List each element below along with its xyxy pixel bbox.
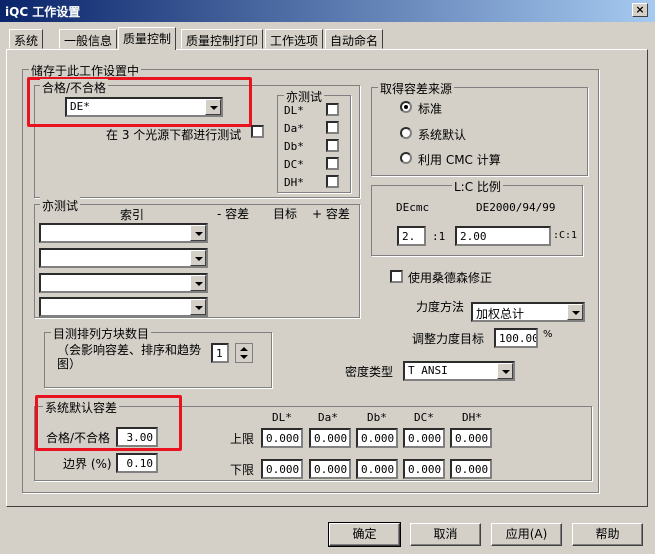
sub-test-dl-label: DL* xyxy=(284,104,304,117)
strength-target-label: 调整力度目标 xyxy=(412,332,485,346)
sanderson-label: 使用桑德森修正 xyxy=(408,271,493,285)
sub-test-dc-checkbox[interactable] xyxy=(326,157,339,170)
upper-dh-input[interactable]: 0.000 xyxy=(450,428,492,448)
also-test-combo-3[interactable] xyxy=(39,273,208,293)
chevron-down-icon[interactable] xyxy=(190,250,206,266)
three-light-label: 在 3 个光源下都进行测试 xyxy=(106,128,242,142)
pass-fail-combo[interactable]: DE* xyxy=(65,97,223,117)
chevron-down-icon[interactable] xyxy=(567,304,583,320)
lower-db-input[interactable]: 0.000 xyxy=(356,459,398,479)
strength-target-unit: % xyxy=(543,329,553,340)
tab-auto-naming[interactable]: 自动命名 xyxy=(325,29,384,49)
chevron-down-icon[interactable] xyxy=(190,275,206,291)
sys-pass-fail-input[interactable]: 3.00 xyxy=(116,427,158,447)
lower-label: 下限 xyxy=(230,463,255,477)
upper-db-input[interactable]: 0.000 xyxy=(356,428,398,448)
chevron-down-icon[interactable] xyxy=(205,99,221,115)
radio-standard-label: 标准 xyxy=(418,102,443,116)
hdr-db: Db* xyxy=(367,411,387,424)
tab-work-options[interactable]: 工作选项 xyxy=(265,29,324,49)
border-input[interactable]: 0.10 xyxy=(116,453,158,473)
l-ratio-sep: :1 xyxy=(432,230,446,243)
col-index: 索引 xyxy=(120,208,145,222)
hdr-dc: DC* xyxy=(414,411,434,424)
visual-note: （会影响容差、排序和趋势图） xyxy=(57,343,202,371)
system-tolerance-legend: 系统默认容差 xyxy=(43,399,120,416)
sub-test-dl-checkbox[interactable] xyxy=(326,103,339,116)
tab-quality-control[interactable]: 质量控制 xyxy=(118,27,177,50)
radio-system-default-label: 系统默认 xyxy=(418,128,467,142)
tab-qc-print[interactable]: 质量控制打印 xyxy=(181,29,264,49)
lower-dh-input[interactable]: 0.000 xyxy=(450,459,492,479)
lower-da-input[interactable]: 0.000 xyxy=(309,459,351,479)
l-ratio-input[interactable]: 2. xyxy=(397,226,426,246)
hdr-da: Da* xyxy=(318,411,338,424)
sub-test-db-checkbox[interactable] xyxy=(326,139,339,152)
sub-test-dh-checkbox[interactable] xyxy=(326,175,339,188)
sanderson-checkbox[interactable] xyxy=(390,270,403,283)
help-button[interactable]: 帮助 xyxy=(572,523,643,546)
col-minus-tol: - 容差 xyxy=(217,207,250,221)
sub-test-db-label: Db* xyxy=(284,140,304,153)
sub-test-dc-label: DC* xyxy=(284,158,304,171)
de2000-label: DE2000/94/99 xyxy=(476,201,556,214)
radio-standard[interactable] xyxy=(400,101,412,113)
sub-test-da-checkbox[interactable] xyxy=(326,121,339,134)
upper-dc-input[interactable]: 0.000 xyxy=(403,428,445,448)
c-ratio-input[interactable]: 2.00 xyxy=(455,226,551,246)
upper-da-input[interactable]: 0.000 xyxy=(309,428,351,448)
lower-dc-input[interactable]: 0.000 xyxy=(403,459,445,479)
sub-test-da-label: Da* xyxy=(284,122,304,135)
sub-tests-legend: 亦测试 xyxy=(284,88,325,105)
density-combo[interactable]: T ANSI xyxy=(403,361,515,381)
also-test-legend: 亦测试 xyxy=(40,197,81,214)
visual-legend: 目测排列方块数目 xyxy=(51,325,152,342)
radio-cmc-label: 利用 CMC 计算 xyxy=(418,153,501,167)
lc-ratio-legend: L:C 比例 xyxy=(452,178,503,195)
upper-label: 上限 xyxy=(230,432,255,446)
hdr-dh: DH* xyxy=(462,411,482,424)
chevron-down-icon[interactable] xyxy=(497,363,513,379)
radio-cmc[interactable] xyxy=(400,152,412,164)
sys-pass-fail-label: 合格/不合格 xyxy=(46,431,111,445)
close-icon[interactable]: × xyxy=(632,3,648,17)
strength-target-input[interactable]: 100.00 xyxy=(494,328,538,348)
density-value: T ANSI xyxy=(408,364,448,377)
pass-fail-legend: 合格/不合格 xyxy=(40,79,109,96)
chevron-down-icon[interactable] xyxy=(190,299,206,315)
also-test-combo-1[interactable] xyxy=(39,223,208,243)
hdr-dl: DL* xyxy=(272,411,292,424)
also-test-combo-4[interactable] xyxy=(39,297,208,317)
radio-system-default[interactable] xyxy=(400,127,412,139)
cancel-button[interactable]: 取消 xyxy=(410,523,481,546)
title-bar: iQC 工作设置 × xyxy=(0,0,655,22)
tab-general-info[interactable]: 一般信息 xyxy=(59,29,118,49)
strength-method-combo[interactable]: 加权总计 xyxy=(471,302,585,322)
chevron-down-icon[interactable] xyxy=(190,225,206,241)
sub-test-dh-label: DH* xyxy=(284,176,304,189)
col-target: 目标 xyxy=(273,207,298,221)
also-test-combo-2[interactable] xyxy=(39,248,208,268)
visual-count-input[interactable]: 1 xyxy=(211,343,229,363)
strength-method-value: 加权总计 xyxy=(476,307,525,321)
pass-fail-combo-value: DE* xyxy=(70,100,90,113)
window-title: iQC 工作设置 xyxy=(5,5,81,19)
density-label: 密度类型 xyxy=(345,365,394,379)
col-plus-tol: + 容差 xyxy=(312,207,350,221)
apply-button[interactable]: 应用(A) xyxy=(491,523,562,546)
visual-spinner[interactable] xyxy=(235,343,253,363)
upper-dl-input[interactable]: 0.000 xyxy=(261,428,303,448)
lower-dl-input[interactable]: 0.000 xyxy=(261,459,303,479)
decmc-label: DEcmc xyxy=(396,201,430,214)
tolerance-source-legend: 取得容差来源 xyxy=(378,80,455,97)
ok-button[interactable]: 确定 xyxy=(328,522,401,547)
strength-method-label: 力度方法 xyxy=(416,300,465,314)
c-ratio-suffix: :C:1 xyxy=(553,230,578,241)
border-label: 边界 (%) xyxy=(63,457,112,471)
three-light-checkbox[interactable] xyxy=(251,125,264,138)
tab-system[interactable]: 系统 xyxy=(9,29,44,49)
